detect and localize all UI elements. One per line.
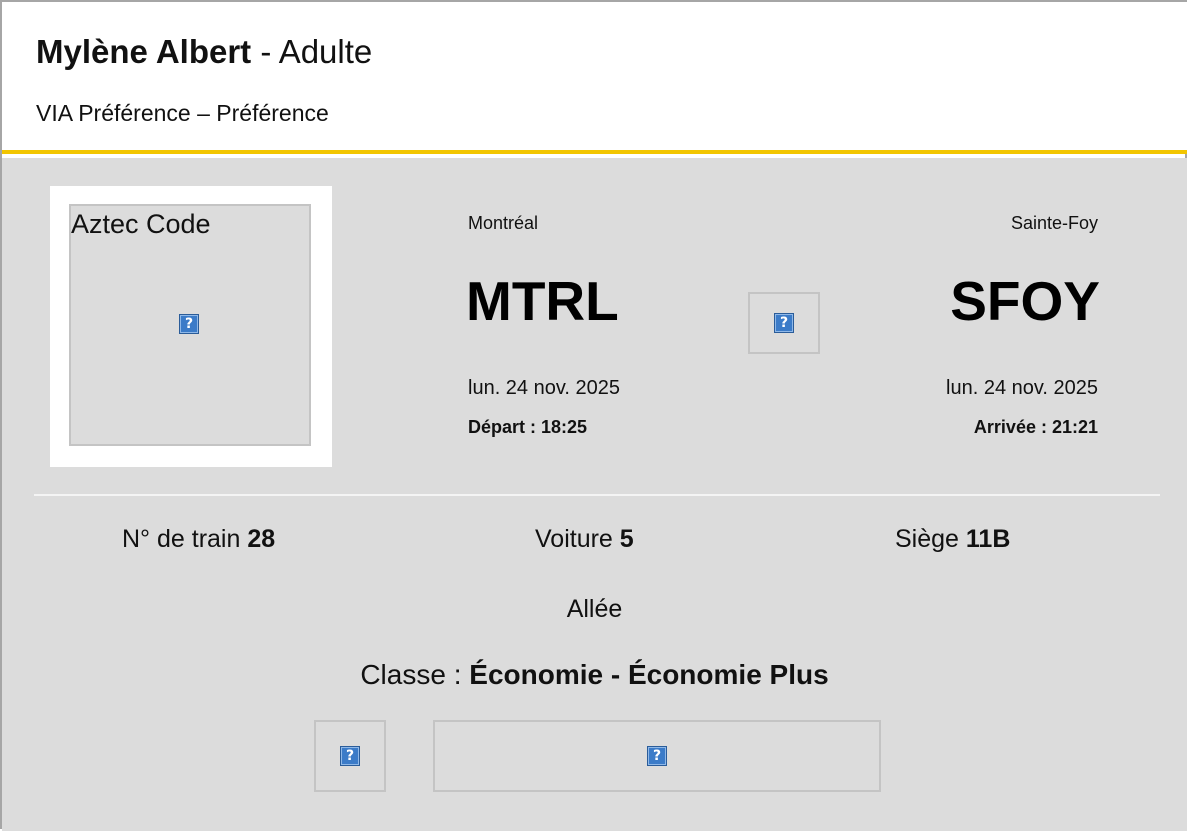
aztec-code-container: Aztec Code ? <box>50 186 332 467</box>
origin-city: Montréal <box>468 213 539 233</box>
car-number-value: 5 <box>619 525 634 553</box>
train-number-value: 28 <box>247 525 276 553</box>
loyalty-program: VIA Préférence – Préférence <box>36 100 329 126</box>
passenger-name: Mylène Albert <box>36 33 252 70</box>
broken-image-icon: ? <box>179 314 199 334</box>
logo-image: ? <box>433 720 881 792</box>
amenity-image: ? <box>314 720 386 792</box>
ticket-body: Aztec Code ? Montréal MTRL lun. 24 nov. … <box>2 158 1187 831</box>
passenger-separator: - <box>251 33 279 70</box>
aztec-code-image: Aztec Code ? <box>69 204 311 446</box>
boarding-pass: Mylène Albert - Adulte VIA Préférence – … <box>0 0 1187 831</box>
car-number: Voiture 5 <box>535 524 634 554</box>
fare-class-value: Économie - Économie Plus <box>469 659 829 690</box>
destination-code: SFOY <box>950 270 1100 332</box>
destination-date: lun. 24 nov. 2025 <box>946 377 1098 399</box>
broken-image-icon: ? <box>774 313 794 333</box>
passenger-line: Mylène Albert - Adulte <box>36 32 372 72</box>
broken-image-icon: ? <box>340 746 360 766</box>
car-number-label: Voiture <box>535 525 620 553</box>
arrival-time: Arrivée : 21:21 <box>973 417 1098 437</box>
train-number: N° de train 28 <box>122 524 275 554</box>
seat-number-value: 11B <box>965 525 1011 553</box>
broken-image-icon: ? <box>647 746 667 766</box>
aztec-code-alt-text: Aztec Code <box>71 209 211 239</box>
ticket-header: Mylène Albert - Adulte VIA Préférence – … <box>2 2 1187 154</box>
origin-code: MTRL <box>466 270 619 332</box>
fare-class-label: Classe : <box>360 659 470 690</box>
section-divider <box>34 494 1160 496</box>
origin-date: lun. 24 nov. 2025 <box>468 377 620 399</box>
destination-city: Sainte-Foy <box>1010 213 1098 233</box>
train-number-label: N° de train <box>122 525 248 553</box>
seat-number-label: Siège <box>895 525 966 553</box>
fare-class: Classe : Économie - Économie Plus <box>2 658 1187 692</box>
seat-type: Allée <box>566 595 623 623</box>
passenger-type: Adulte <box>278 33 373 70</box>
direction-arrow-image: ? <box>748 292 820 354</box>
seat-number: Siège 11B <box>895 524 1010 554</box>
departure-time: Départ : 18:25 <box>468 417 588 437</box>
